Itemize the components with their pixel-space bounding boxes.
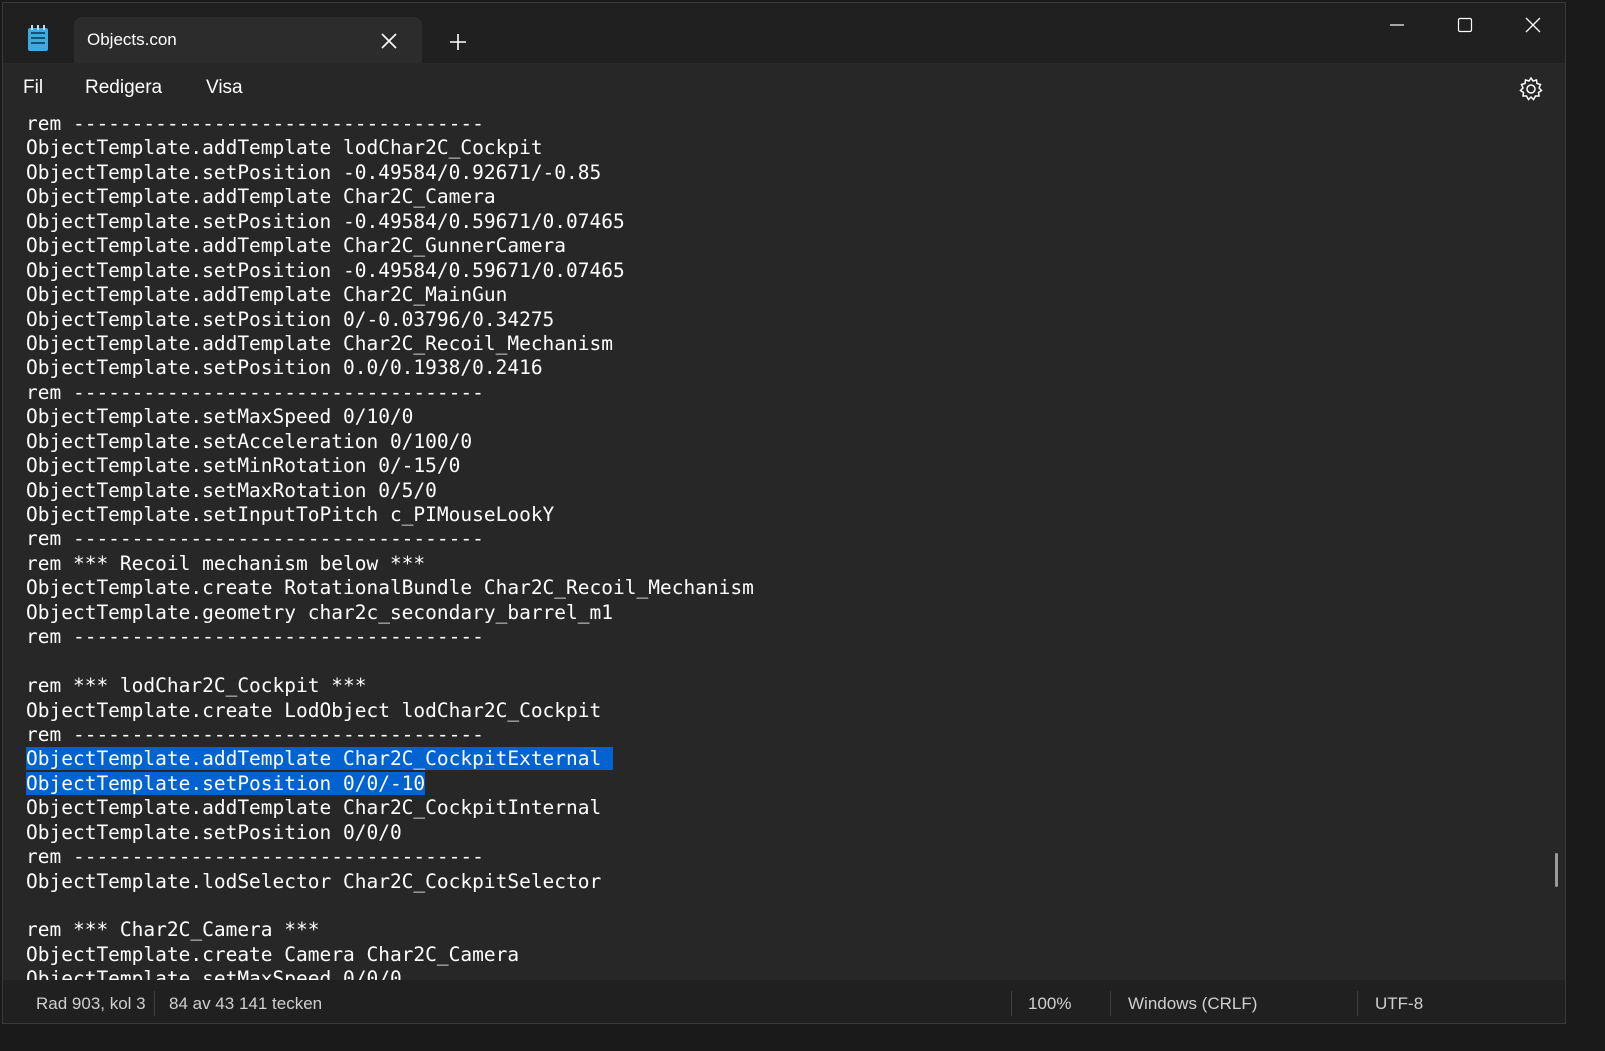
line-text: ObjectTemplate.create Camera Char2C_Came… <box>26 942 520 966</box>
title-bar: Objects.con <box>3 3 1565 63</box>
text-line[interactable]: rem ----------------------------------- <box>26 527 754 551</box>
line-text: rem ----------------------------------- <box>26 625 484 649</box>
minimize-button[interactable] <box>1363 3 1431 47</box>
close-icon <box>1525 17 1541 33</box>
text-line[interactable]: ObjectTemplate.setPosition -0.49584/0.59… <box>26 210 754 234</box>
status-line-ending: Windows (CRLF) <box>1128 994 1258 1013</box>
line-text: ObjectTemplate.setPosition 0/0/0 <box>26 820 402 844</box>
text-line[interactable]: ObjectTemplate.setMinRotation 0/-15/0 <box>26 454 754 478</box>
line-text: ObjectTemplate.setInputToPitch c_PIMouse… <box>26 503 555 526</box>
text-line[interactable]: rem ----------------------------------- <box>26 625 754 649</box>
line-text: ObjectTemplate.addTemplate lodChar2C_Coc… <box>26 136 543 160</box>
line-text: ObjectTemplate.setAcceleration 0/100/0 <box>26 429 473 453</box>
line-text: ObjectTemplate.setPosition 0/-0.03796/0.… <box>26 307 555 331</box>
line-text: ObjectTemplate.setPosition 0.0/0.1938/0.… <box>26 356 543 380</box>
status-bar: Rad 903, kol 3 84 av 43 141 tecken 100% … <box>3 980 1565 1023</box>
text-line[interactable]: ObjectTemplate.setPosition 0/0/0 <box>26 821 754 845</box>
line-text: ObjectTemplate.create LodObject lodChar2… <box>26 698 602 722</box>
line-text: rem ----------------------------------- <box>26 722 484 746</box>
line-text: ObjectTemplate.addTemplate Char2C_Recoil… <box>26 331 613 355</box>
tab-title: Objects.con <box>87 30 177 49</box>
status-encoding: UTF-8 <box>1375 994 1424 1013</box>
notepad-window: Objects.con Fil Redigera Visa rem ------… <box>2 2 1566 1024</box>
line-text: rem ----------------------------------- <box>26 112 484 135</box>
text-line[interactable]: ObjectTemplate.addTemplate Char2C_Cockpi… <box>26 747 754 771</box>
text-line[interactable]: ObjectTemplate.addTemplate lodChar2C_Coc… <box>26 136 754 160</box>
text-line[interactable]: ObjectTemplate.addTemplate Char2C_Camera <box>26 185 754 209</box>
text-line[interactable]: rem ----------------------------------- <box>26 381 754 405</box>
tab-objects-con[interactable]: Objects.con <box>74 17 422 63</box>
minimize-icon <box>1390 24 1404 26</box>
selected-text: ObjectTemplate.addTemplate Char2C_Cockpi… <box>26 747 614 771</box>
line-text: rem ----------------------------------- <box>26 380 484 404</box>
line-text: rem *** Char2C_Camera *** <box>26 918 320 942</box>
line-text: ObjectTemplate.setMaxSpeed 0/10/0 <box>26 405 414 429</box>
text-line[interactable]: ObjectTemplate.create RotationalBundle C… <box>26 576 754 600</box>
line-text: ObjectTemplate.setMaxRotation 0/5/0 <box>26 478 437 502</box>
text-line[interactable]: ObjectTemplate.addTemplate Char2C_MainGu… <box>26 283 754 307</box>
line-text: ObjectTemplate.geometry char2c_secondary… <box>26 600 613 624</box>
text-line[interactable]: ObjectTemplate.addTemplate Char2C_Gunner… <box>26 234 754 258</box>
text-line[interactable]: ObjectTemplate.create Camera Char2C_Came… <box>26 943 754 967</box>
line-text: rem *** Recoil mechanism below *** <box>26 551 426 575</box>
status-char-count: 84 av 43 141 tecken <box>169 994 323 1013</box>
line-text: ObjectTemplate.addTemplate Char2C_Gunner… <box>26 234 567 258</box>
line-text: rem *** lodChar2C_Cockpit *** <box>26 674 367 698</box>
status-cursor-position: Rad 903, kol 3 <box>36 994 146 1013</box>
menu-view[interactable]: Visa <box>206 77 243 99</box>
line-text: ObjectTemplate.addTemplate Char2C_Camera <box>26 185 496 209</box>
status-divider <box>1110 991 1111 1016</box>
text-line[interactable]: ObjectTemplate.setMaxSpeed 0/10/0 <box>26 405 754 429</box>
text-line[interactable]: ObjectTemplate.geometry char2c_secondary… <box>26 601 754 625</box>
text-line[interactable]: ObjectTemplate.setAcceleration 0/100/0 <box>26 430 754 454</box>
text-line[interactable]: rem ----------------------------------- <box>26 845 754 869</box>
text-line[interactable]: ObjectTemplate.setPosition 0/0/-10 <box>26 771 754 796</box>
text-line[interactable]: ObjectTemplate.addTemplate Char2C_Recoil… <box>26 332 754 356</box>
text-line[interactable]: rem *** Recoil mechanism below *** <box>26 552 754 576</box>
menu-bar: Fil Redigera Visa <box>3 63 1565 112</box>
line-text: ObjectTemplate.setPosition -0.49584/0.59… <box>26 209 625 233</box>
text-line[interactable]: ObjectTemplate.addTemplate Char2C_Cockpi… <box>26 796 754 820</box>
text-line[interactable]: rem *** lodChar2C_Cockpit *** <box>26 674 754 698</box>
gear-icon[interactable] <box>1517 75 1545 103</box>
plus-icon[interactable] <box>443 27 473 57</box>
status-divider <box>1011 991 1012 1016</box>
line-text: ObjectTemplate.addTemplate Char2C_Cockpi… <box>26 796 602 820</box>
menu-edit[interactable]: Redigera <box>85 77 162 99</box>
vertical-scrollbar-thumb[interactable] <box>1555 853 1558 887</box>
text-line[interactable] <box>26 894 754 918</box>
line-text: ObjectTemplate.addTemplate Char2C_MainGu… <box>26 283 508 307</box>
selected-text: ObjectTemplate.setPosition 0/0/-10 <box>26 771 426 795</box>
status-zoom[interactable]: 100% <box>1028 994 1071 1014</box>
line-text: rem ----------------------------------- <box>26 845 484 869</box>
text-line[interactable]: ObjectTemplate.setPosition -0.49584/0.59… <box>26 259 754 283</box>
line-text: ObjectTemplate.create RotationalBundle C… <box>26 576 754 600</box>
maximize-button[interactable] <box>1431 3 1499 47</box>
text-line[interactable]: rem ----------------------------------- <box>26 723 754 747</box>
line-text: ObjectTemplate.setMinRotation 0/-15/0 <box>26 454 461 478</box>
line-text: ObjectTemplate.setPosition -0.49584/0.92… <box>26 160 602 184</box>
text-line[interactable]: rem ----------------------------------- <box>26 112 754 136</box>
text-editor[interactable]: rem ----------------------------------- O… <box>3 112 1565 982</box>
line-text: ObjectTemplate.setPosition -0.49584/0.59… <box>26 258 625 282</box>
line-text: ObjectTemplate.lodSelector Char2C_Cockpi… <box>26 869 602 893</box>
text-line[interactable]: rem *** Char2C_Camera *** <box>26 918 754 942</box>
close-tab-icon[interactable] <box>374 26 404 56</box>
text-line[interactable]: ObjectTemplate.create LodObject lodChar2… <box>26 699 754 723</box>
text-line[interactable]: ObjectTemplate.setPosition 0/-0.03796/0.… <box>26 308 754 332</box>
maximize-icon <box>1457 17 1473 33</box>
editor-text[interactable]: rem ----------------------------------- O… <box>26 112 754 982</box>
status-divider <box>1357 991 1358 1016</box>
text-line[interactable] <box>26 650 754 674</box>
status-divider <box>154 991 155 1016</box>
text-line[interactable]: ObjectTemplate.setMaxRotation 0/5/0 <box>26 479 754 503</box>
text-line[interactable]: ObjectTemplate.setInputToPitch c_PIMouse… <box>26 503 754 527</box>
notepad-icon <box>28 25 48 51</box>
text-line[interactable]: ObjectTemplate.lodSelector Char2C_Cockpi… <box>26 870 754 894</box>
close-window-button[interactable] <box>1499 3 1565 47</box>
text-line[interactable]: ObjectTemplate.setPosition -0.49584/0.92… <box>26 161 754 185</box>
menu-file[interactable]: Fil <box>23 77 43 99</box>
line-text: rem ----------------------------------- <box>26 527 484 551</box>
text-line[interactable]: ObjectTemplate.setPosition 0.0/0.1938/0.… <box>26 356 754 380</box>
